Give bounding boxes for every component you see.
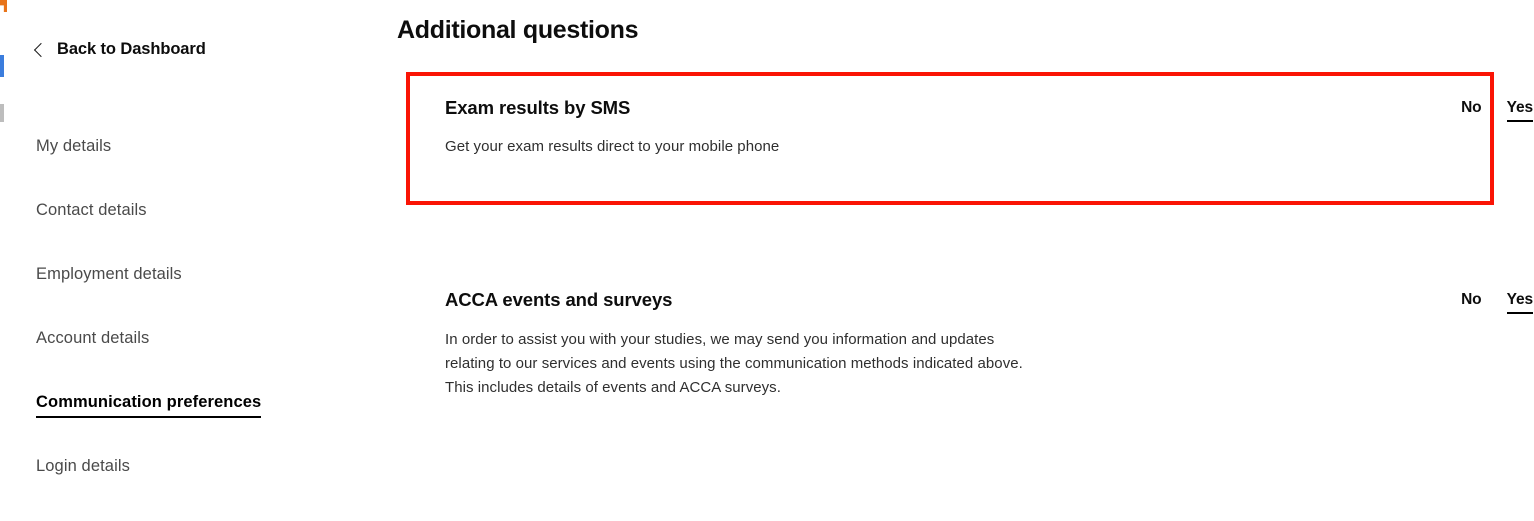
sidebar-nav: My details Contact details Employment de… [36, 137, 336, 521]
sidebar-item-label: Communication preferences [36, 393, 262, 418]
sidebar-item-my-details[interactable]: My details [36, 137, 336, 201]
question-description: Get your exam results direct to your mob… [445, 135, 1485, 159]
question-block: Exam results by SMS Get your exam result… [445, 96, 1533, 159]
question-description: In order to assist you with your studies… [445, 328, 1485, 400]
sidebar: Back to Dashboard My details Contact det… [0, 0, 380, 504]
question-description-line: In order to assist you with your studies… [445, 331, 995, 349]
page-title: Additional questions [397, 15, 639, 44]
choice-yes[interactable]: Yes [1506, 291, 1533, 314]
sidebar-item-account-details[interactable]: Account details [36, 329, 336, 393]
choice-no[interactable]: No [1461, 99, 1482, 120]
sidebar-item-label: Login details [36, 457, 130, 475]
question-title: Exam results by SMS [445, 97, 631, 118]
sidebar-item-label: Employment details [36, 265, 182, 283]
chevron-left-icon [33, 42, 49, 57]
sidebar-item-contact-details[interactable]: Contact details [36, 201, 336, 265]
choice-yes[interactable]: Yes [1506, 99, 1533, 122]
choice-no[interactable]: No [1461, 291, 1482, 312]
question-description-line: Get your exam results direct to your mob… [445, 138, 780, 156]
back-to-dashboard-link[interactable]: Back to Dashboard [33, 40, 206, 58]
sidebar-item-communication-preferences[interactable]: Communication preferences [36, 393, 336, 457]
question-description-line: This includes details of events and ACCA… [445, 379, 781, 397]
sidebar-item-employment-details[interactable]: Employment details [36, 265, 336, 329]
sidebar-item-label: My details [36, 137, 112, 155]
main-content: Additional questions Exam results by SMS… [397, 0, 1534, 504]
question-title: ACCA events and surveys [445, 289, 673, 310]
back-to-dashboard-label: Back to Dashboard [57, 40, 206, 58]
sidebar-item-login-details[interactable]: Login details [36, 457, 336, 521]
question-choice-group: No Yes [1461, 291, 1533, 314]
question-block: ACCA events and surveys In order to assi… [445, 288, 1533, 400]
question-description-line: relating to our services and events usin… [445, 355, 1023, 373]
question-choice-group: No Yes [1461, 99, 1533, 122]
sidebar-item-label: Account details [36, 329, 150, 347]
sidebar-item-label: Contact details [36, 201, 147, 219]
